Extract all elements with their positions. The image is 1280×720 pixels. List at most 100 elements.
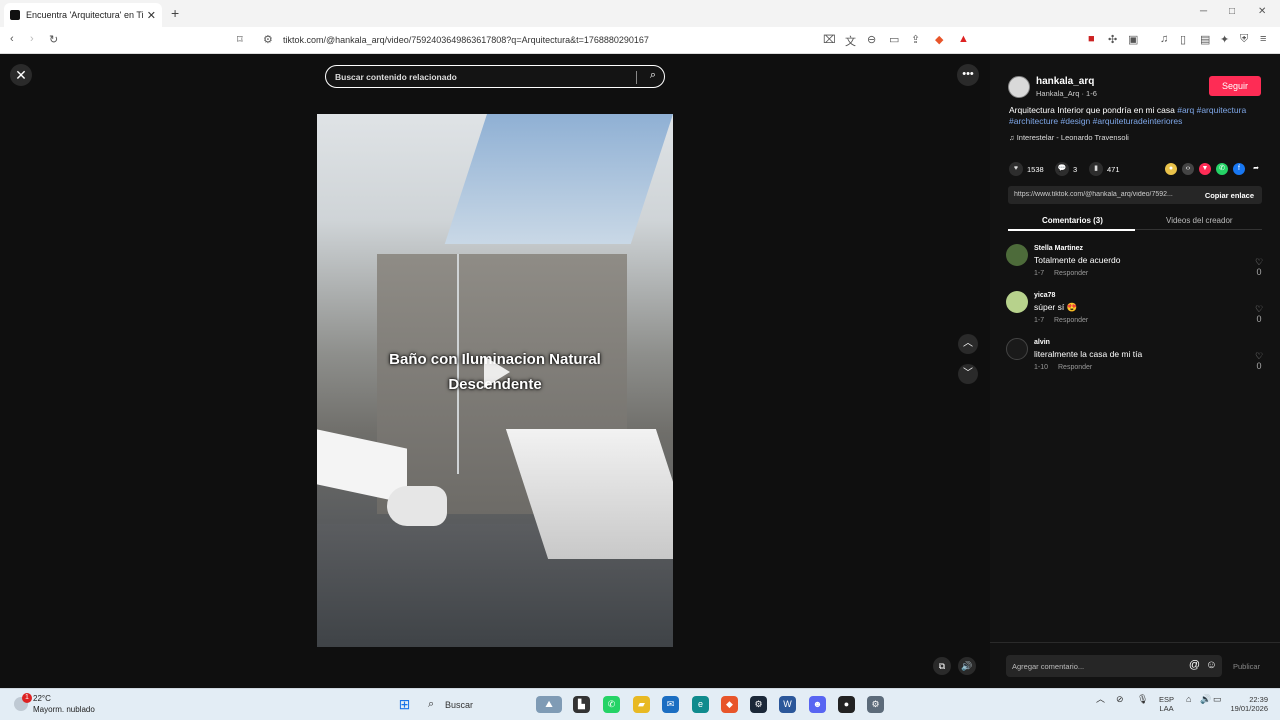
comment-text: súper sí 😍: [1034, 302, 1078, 312]
landscape-widget-icon[interactable]: ⛰: [536, 696, 562, 713]
word-icon[interactable]: W: [779, 696, 796, 713]
edge-icon[interactable]: e: [692, 696, 709, 713]
comment-avatar[interactable]: [1006, 244, 1028, 266]
panel-tabs: Comentarios (3) Videos del creador: [1008, 210, 1262, 231]
windows-start-icon[interactable]: ⊞: [396, 696, 413, 713]
save-stat[interactable]: ▮ 471: [1089, 162, 1120, 176]
clock[interactable]: 22:39 19/01/2026: [1228, 695, 1268, 713]
video-frame-toilet: [387, 486, 447, 526]
previous-video-button[interactable]: ︿: [958, 334, 978, 354]
comment-author[interactable]: Stella Martinez: [1034, 245, 1083, 252]
language-indicator[interactable]: ESP LAA: [1159, 695, 1174, 713]
comment-text: Totalmente de acuerdo: [1034, 255, 1121, 265]
sidebar-icon[interactable]: ▯: [1180, 33, 1186, 46]
back-icon[interactable]: ‹: [10, 33, 14, 45]
coin-share-icon[interactable]: ●: [1165, 163, 1177, 175]
taskview-icon[interactable]: ▙: [573, 696, 590, 713]
rewards-icon[interactable]: ▲: [958, 33, 969, 45]
friends-share-icon[interactable]: ▼: [1199, 163, 1211, 175]
menu-icon[interactable]: ≡: [1260, 33, 1266, 45]
site-info-icon[interactable]: ⚙: [263, 33, 273, 46]
comment-stat[interactable]: 💬 3: [1055, 162, 1077, 176]
comment-like[interactable]: ♡ 0: [1252, 304, 1266, 324]
copy-link-button[interactable]: Copiar enlace: [1205, 191, 1254, 200]
emoji-icon[interactable]: ☺: [1206, 659, 1217, 671]
like-stat[interactable]: ♥ 1538: [1009, 162, 1044, 176]
embed-share-icon[interactable]: ‹›: [1182, 163, 1194, 175]
tray-overflow-icon[interactable]: ︿: [1096, 695, 1105, 704]
brave-shield-icon[interactable]: ◆: [935, 33, 943, 46]
window-close-icon[interactable]: ✕: [1258, 6, 1266, 17]
facebook-share-icon[interactable]: f: [1233, 163, 1245, 175]
settings-icon[interactable]: ⚙: [867, 696, 884, 713]
comment-author[interactable]: alvin: [1034, 339, 1050, 346]
outlook-icon[interactable]: ✉: [662, 696, 679, 713]
extensions-icon[interactable]: ✣: [1108, 33, 1117, 46]
leo-icon[interactable]: ✦: [1220, 33, 1229, 46]
vpn-icon[interactable]: ⛨: [1240, 33, 1248, 46]
cast-icon[interactable]: ▭: [889, 33, 899, 46]
forward-icon[interactable]: ›: [30, 33, 34, 45]
reply-button[interactable]: Responder: [1058, 364, 1092, 371]
video-player[interactable]: Baño con Iluminacion Natural Descendente: [317, 114, 673, 647]
whatsapp-share-icon[interactable]: ✆: [1216, 163, 1228, 175]
share-page-icon[interactable]: ⇪: [911, 33, 920, 46]
tiktok-favicon-icon: [10, 10, 20, 20]
minimize-icon[interactable]: ─: [1200, 6, 1207, 17]
comment-avatar[interactable]: [1006, 338, 1028, 360]
tab-comments[interactable]: Comentarios (3): [1042, 216, 1103, 225]
brave-icon[interactable]: ◆: [721, 696, 738, 713]
comment-input[interactable]: Agregar comentario... @ ☺: [1006, 655, 1222, 677]
tab-creator-videos[interactable]: Videos del creador: [1166, 216, 1233, 225]
translate-off-icon[interactable]: ⌧: [823, 33, 836, 46]
creator-username[interactable]: hankala_arq: [1036, 76, 1094, 87]
translate-icon[interactable]: 文: [845, 33, 856, 49]
mention-icon[interactable]: @: [1189, 659, 1200, 671]
search-icon[interactable]: ⌕: [650, 69, 656, 82]
battery-icon[interactable]: ▭: [1213, 695, 1222, 704]
windows-taskbar: 1 22°C Mayorm. nublado ⊞ ⌕ Buscar ⛰ ▙ ✆ …: [0, 688, 1280, 720]
more-share-icon[interactable]: ➦: [1250, 163, 1262, 175]
more-options-button[interactable]: •••: [957, 64, 979, 86]
bookmark-icon[interactable]: ⌑: [237, 33, 243, 46]
volume-icon[interactable]: 🔊: [958, 657, 976, 675]
close-video-button[interactable]: ✕: [10, 64, 32, 86]
url-field[interactable]: tiktok.com/@hankala_arq/video/7592403649…: [283, 35, 649, 45]
address-bar: ‹ › ↻ ⌑ ⚙ tiktok.com/@hankala_arq/video/…: [0, 27, 1280, 54]
reload-icon[interactable]: ↻: [49, 33, 58, 46]
maximize-icon[interactable]: □: [1229, 6, 1235, 17]
discord-icon[interactable]: ☻: [809, 696, 826, 713]
zoom-icon[interactable]: ⊖: [867, 33, 876, 46]
comment-like[interactable]: ♡ 0: [1252, 351, 1266, 371]
pip-icon[interactable]: ⧉: [933, 657, 951, 675]
follow-button[interactable]: Seguir: [1209, 76, 1261, 96]
comment-like[interactable]: ♡ 0: [1252, 257, 1266, 277]
volume-tray-icon[interactable]: 🔊: [1200, 695, 1211, 704]
related-search-input[interactable]: Buscar contenido relacionado ⌕: [325, 65, 665, 88]
taskbar-search[interactable]: ⌕ Buscar: [423, 695, 523, 715]
comment-author[interactable]: yica78: [1034, 292, 1055, 299]
tab-close-icon[interactable]: ✕: [147, 9, 156, 22]
reply-button[interactable]: Responder: [1054, 317, 1088, 324]
reply-button[interactable]: Responder: [1054, 270, 1088, 277]
creator-avatar[interactable]: [1008, 76, 1030, 98]
tray-app-icon[interactable]: ⊘: [1116, 695, 1124, 704]
media-icon[interactable]: ♫: [1160, 33, 1168, 45]
comment-avatar[interactable]: [1006, 291, 1028, 313]
steam-icon[interactable]: ⚙: [750, 696, 767, 713]
browser-tab[interactable]: Encuentra 'Arquitectura' en TikTok ✕: [4, 3, 162, 27]
microphone-icon[interactable]: 🎙: [1137, 695, 1148, 704]
next-video-button[interactable]: ﹀: [958, 364, 978, 384]
network-icon[interactable]: ⌂: [1186, 695, 1191, 704]
publish-button[interactable]: Publicar: [1233, 662, 1260, 671]
music-link[interactable]: ♫ Interestelar - Leonardo Travensoli: [1009, 133, 1129, 142]
extension-red-icon[interactable]: ■: [1088, 33, 1095, 45]
new-tab-button[interactable]: +: [171, 5, 179, 21]
play-icon[interactable]: [484, 356, 510, 388]
file-explorer-icon[interactable]: ▰: [633, 696, 650, 713]
app-icon[interactable]: ●: [838, 696, 855, 713]
extension-box-icon[interactable]: ▣: [1128, 33, 1138, 46]
wallet-icon[interactable]: ▤: [1200, 33, 1210, 46]
whatsapp-icon[interactable]: ✆: [603, 696, 620, 713]
share-link-text[interactable]: https://www.tiktok.com/@hankala_arq/vide…: [1014, 191, 1194, 198]
